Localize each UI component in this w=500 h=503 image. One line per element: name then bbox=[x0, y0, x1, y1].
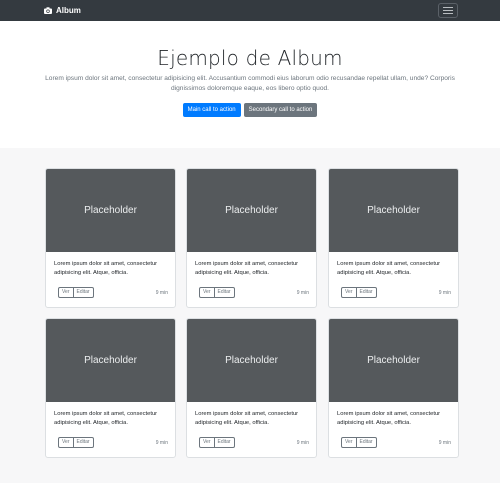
card-time: 9 min bbox=[155, 290, 168, 296]
edit-button[interactable]: Editar bbox=[356, 287, 377, 298]
card-thumbnail: Placeholder bbox=[187, 319, 316, 402]
album-section: Placeholder Lorem ipsum dolor sit amet, … bbox=[0, 148, 500, 483]
card-thumbnail: Placeholder bbox=[329, 319, 458, 402]
card-actions: Ver Editar bbox=[341, 287, 377, 298]
view-button[interactable]: Ver bbox=[58, 437, 74, 448]
card-time: 9 min bbox=[438, 290, 451, 296]
secondary-cta-button[interactable]: Secondary call to action bbox=[243, 103, 318, 117]
card-text: Lorem ipsum dolor sit amet, consectetur … bbox=[195, 261, 299, 276]
album-card: Placeholder Lorem ipsum dolor sit amet, … bbox=[45, 318, 176, 458]
jumbotron: Ejemplo de Album Lorem ipsum dolor sit a… bbox=[0, 21, 500, 148]
view-button[interactable]: Ver bbox=[199, 437, 215, 448]
card-time: 9 min bbox=[296, 290, 309, 296]
card-thumbnail: Placeholder bbox=[46, 319, 175, 402]
card-text: Lorem ipsum dolor sit amet, consectetur … bbox=[337, 261, 441, 276]
camera-icon bbox=[44, 7, 52, 14]
card-thumbnail: Placeholder bbox=[187, 169, 316, 252]
album-card: Placeholder Lorem ipsum dolor sit amet, … bbox=[328, 318, 459, 458]
cta-group: Main call to action Secondary call to ac… bbox=[0, 103, 500, 117]
card-actions: Ver Editar bbox=[341, 437, 377, 448]
card-thumbnail: Placeholder bbox=[46, 169, 175, 252]
brand-link[interactable]: Album bbox=[44, 6, 81, 15]
card-actions: Ver Editar bbox=[199, 437, 235, 448]
card-text: Lorem ipsum dolor sit amet, consectetur … bbox=[54, 411, 158, 426]
card-actions: Ver Editar bbox=[58, 287, 94, 298]
card-time: 9 min bbox=[155, 440, 168, 446]
card-text: Lorem ipsum dolor sit amet, consectetur … bbox=[337, 411, 441, 426]
edit-button[interactable]: Editar bbox=[214, 287, 235, 298]
card-time: 9 min bbox=[296, 440, 309, 446]
page-title: Ejemplo de Album bbox=[157, 46, 343, 70]
brand-label: Album bbox=[56, 6, 81, 15]
edit-button[interactable]: Editar bbox=[214, 437, 235, 448]
album-card: Placeholder Lorem ipsum dolor sit amet, … bbox=[186, 318, 317, 458]
card-actions: Ver Editar bbox=[58, 437, 94, 448]
main-cta-button[interactable]: Main call to action bbox=[182, 103, 241, 117]
card-text: Lorem ipsum dolor sit amet, consectetur … bbox=[54, 261, 158, 276]
view-button[interactable]: Ver bbox=[341, 437, 357, 448]
navbar-toggler[interactable] bbox=[438, 3, 458, 18]
view-button[interactable]: Ver bbox=[58, 287, 74, 298]
lead-text: Lorem ipsum dolor sit amet, consectetur … bbox=[45, 75, 455, 92]
view-button[interactable]: Ver bbox=[199, 287, 215, 298]
view-button[interactable]: Ver bbox=[341, 287, 357, 298]
card-time: 9 min bbox=[438, 440, 451, 446]
hamburger-icon bbox=[443, 7, 453, 14]
edit-button[interactable]: Editar bbox=[73, 437, 94, 448]
edit-button[interactable]: Editar bbox=[356, 437, 377, 448]
card-actions: Ver Editar bbox=[199, 287, 235, 298]
album-card: Placeholder Lorem ipsum dolor sit amet, … bbox=[186, 168, 317, 308]
album-card: Placeholder Lorem ipsum dolor sit amet, … bbox=[328, 168, 459, 308]
album-card: Placeholder Lorem ipsum dolor sit amet, … bbox=[45, 168, 176, 308]
card-text: Lorem ipsum dolor sit amet, consectetur … bbox=[195, 411, 299, 426]
edit-button[interactable]: Editar bbox=[73, 287, 94, 298]
navbar: Album bbox=[0, 0, 500, 21]
footer bbox=[0, 483, 500, 503]
card-thumbnail: Placeholder bbox=[329, 169, 458, 252]
